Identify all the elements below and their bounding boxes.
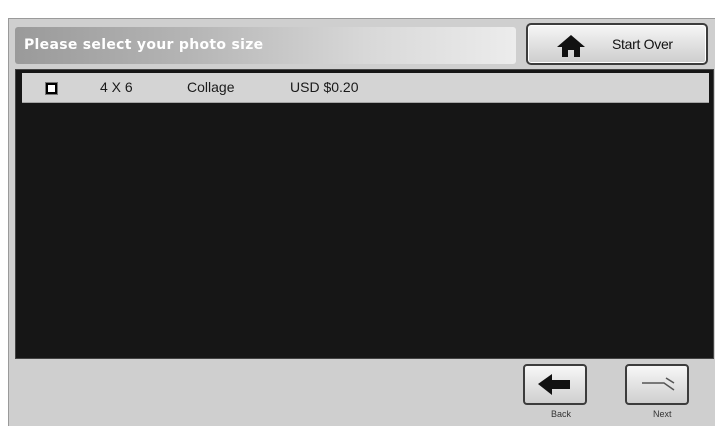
next-label: Next (653, 409, 672, 419)
back-label: Back (551, 409, 572, 419)
navigation-bar: Back Next (15, 364, 714, 426)
photo-type-cell: Collage (187, 79, 235, 95)
home-icon (556, 34, 586, 58)
list-item[interactable]: 4 X 6 Collage USD $0.20 (22, 73, 709, 103)
kiosk-screen: Please select your photo size Start Over… (8, 18, 715, 426)
photo-price-cell: USD $0.20 (290, 79, 359, 95)
start-over-label: Start Over (612, 36, 673, 52)
back-button[interactable] (523, 364, 587, 405)
row-checkbox[interactable] (46, 83, 57, 94)
photo-size-cell: 4 X 6 (100, 79, 133, 95)
page-title: Please select your photo size (24, 37, 264, 53)
start-over-button[interactable]: Start Over (526, 23, 708, 65)
photo-size-list: 4 X 6 Collage USD $0.20 (15, 69, 714, 359)
next-button[interactable] (625, 364, 689, 405)
header-bar: Please select your photo size (15, 27, 516, 64)
